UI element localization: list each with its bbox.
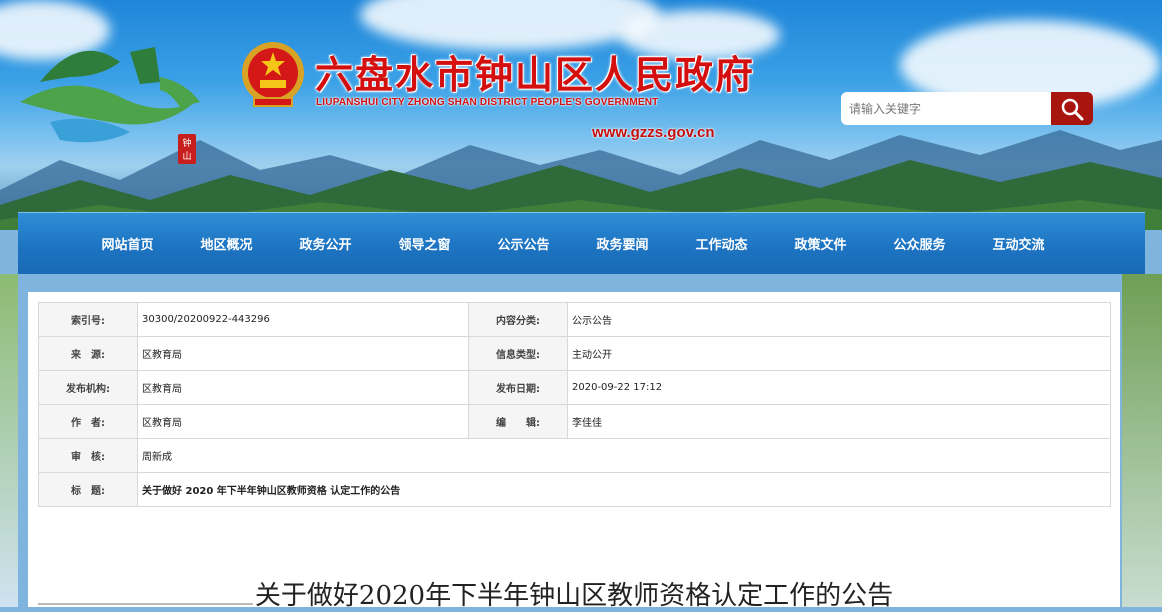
table-row: 发布机构: 区教育局 发布日期: 2020-09-22 17:12 (38, 370, 1111, 405)
table-row: 作 者: 区教育局 编 辑: 李佳佳 (38, 404, 1111, 439)
index-label: 索引号: (38, 302, 138, 337)
author-value: 区教育局 (137, 404, 469, 439)
index-value: 30300/20200922-443296 (137, 302, 469, 337)
nav-item-overview[interactable]: 地区概况 (177, 234, 276, 253)
site-header: 钟 山 六盘水市钟山区人民政府 LIUPANSHUI CITY ZHONG SH… (0, 0, 1162, 230)
nav-item-policies[interactable]: 政策文件 (771, 234, 870, 253)
nav-item-home[interactable]: 网站首页 (78, 234, 177, 253)
table-row: 索引号: 30300/20200922-443296 内容分类: 公示公告 (38, 302, 1111, 337)
district-logo: 钟 山 (20, 47, 200, 164)
source-label: 来 源: (38, 336, 138, 371)
nav-item-public-services[interactable]: 公众服务 (870, 234, 969, 253)
national-emblem-icon (242, 42, 304, 107)
nav-item-announcements[interactable]: 公示公告 (474, 234, 573, 253)
article-content: 索引号: 30300/20200922-443296 内容分类: 公示公告 来 … (28, 292, 1120, 611)
table-row: 标 题: 关于做好 2020 年下半年钟山区教师资格 认定工作的公告 (38, 472, 1111, 507)
nav-item-work-updates[interactable]: 工作动态 (672, 234, 771, 253)
review-label: 审 核: (38, 438, 138, 473)
title-label: 标 题: (38, 472, 138, 507)
publisher-label: 发布机构: (38, 370, 138, 405)
main-nav: 网站首页 地区概况 政务公开 领导之窗 公示公告 政务要闻 工作动态 政策文件 … (18, 212, 1145, 274)
svg-text:钟: 钟 (182, 137, 191, 149)
search-button[interactable] (1051, 92, 1093, 125)
search-input[interactable] (841, 92, 1051, 125)
category-label: 内容分类: (468, 302, 568, 337)
nav-item-interaction[interactable]: 互动交流 (969, 234, 1068, 253)
date-value: 2020-09-22 17:12 (567, 370, 1111, 405)
author-label: 作 者: (38, 404, 138, 439)
date-label: 发布日期: (468, 370, 568, 405)
publisher-value: 区教育局 (137, 370, 469, 405)
title-value: 关于做好 2020 年下半年钟山区教师资格 认定工作的公告 (137, 472, 1111, 507)
table-row: 审 核: 周新成 (38, 438, 1111, 473)
editor-value: 李佳佳 (567, 404, 1111, 439)
article-title: 关于做好2020年下半年钟山区教师资格认定工作的公告 (254, 581, 894, 611)
side-decoration (0, 274, 18, 607)
category-value: 公示公告 (567, 302, 1111, 337)
review-value: 周新成 (137, 438, 1111, 473)
source-value: 区教育局 (137, 336, 469, 371)
site-subtitle: LIUPANSHUI CITY ZHONG SHAN DISTRICT PEOP… (316, 97, 659, 108)
article-meta-table: 索引号: 30300/20200922-443296 内容分类: 公示公告 来 … (38, 302, 1111, 507)
nav-item-leaders[interactable]: 领导之窗 (375, 234, 474, 253)
cloud-decoration (360, 0, 660, 50)
divider (38, 603, 253, 605)
search-icon (1061, 98, 1084, 120)
site-title: 六盘水市钟山区人民政府 (315, 52, 756, 97)
svg-text:山: 山 (182, 151, 191, 162)
side-decoration (1122, 274, 1162, 607)
info-type-label: 信息类型: (468, 336, 568, 371)
site-url[interactable]: www.gzzs.gov.cn (592, 124, 715, 141)
info-type-value: 主动公开 (567, 336, 1111, 371)
table-row: 来 源: 区教育局 信息类型: 主动公开 (38, 336, 1111, 371)
nav-item-news[interactable]: 政务要闻 (573, 234, 672, 253)
editor-label: 编 辑: (468, 404, 568, 439)
nav-item-gov-affairs[interactable]: 政务公开 (276, 234, 375, 253)
